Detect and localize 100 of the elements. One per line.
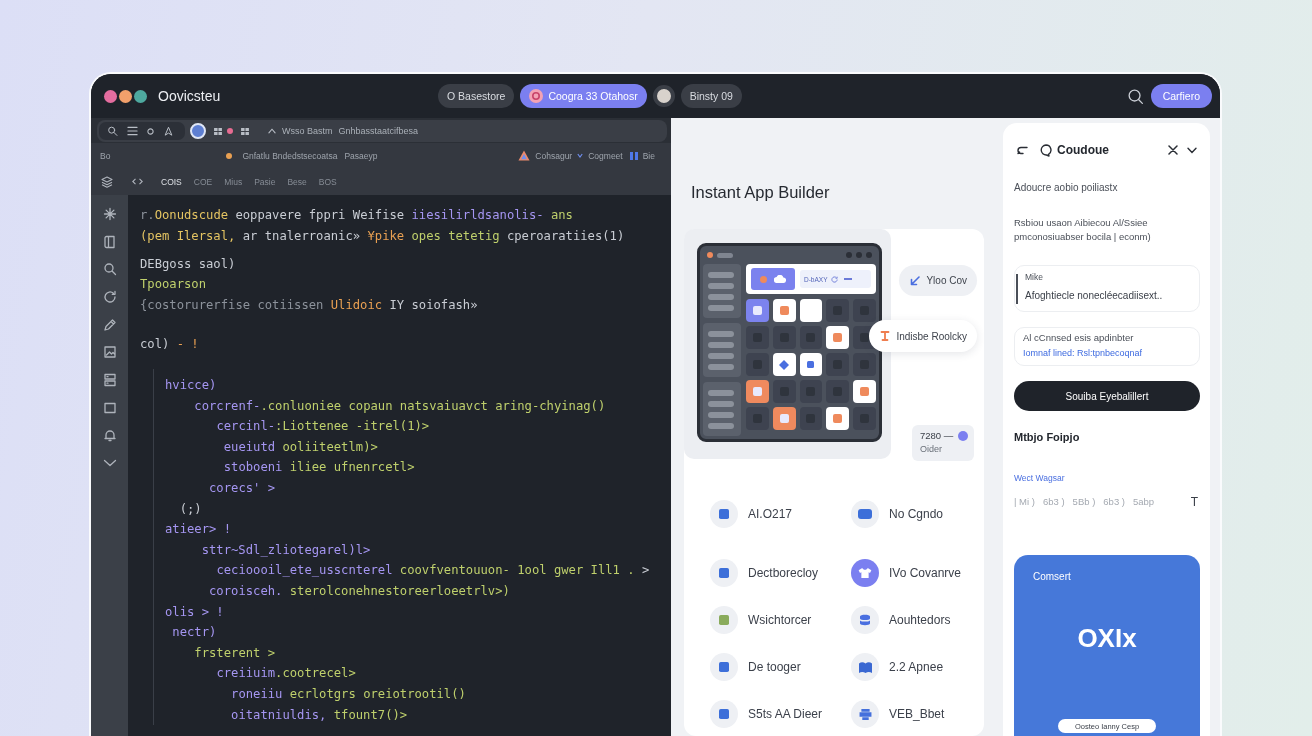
tab[interactable]: BOS bbox=[318, 176, 337, 187]
dot-icon bbox=[958, 430, 968, 441]
feature-item[interactable]: Dectborecloy bbox=[710, 559, 819, 587]
feature-item[interactable]: De tooger bbox=[710, 653, 801, 681]
image-icon[interactable] bbox=[102, 345, 117, 360]
search-icon[interactable] bbox=[107, 126, 118, 136]
feature-item[interactable]: 2.2 Apnee bbox=[851, 653, 944, 681]
tab[interactable]: Pasie bbox=[254, 176, 276, 187]
stat-label: Oider bbox=[920, 444, 942, 454]
toolbar-label: Wsso Bastm bbox=[282, 126, 333, 136]
avatar-icon[interactable] bbox=[652, 85, 675, 107]
placeholder-line bbox=[708, 341, 734, 348]
code-line: col) - ! bbox=[140, 337, 199, 352]
link[interactable]: Iomnaf lined: Rsl:tpnbecoqnaf bbox=[1023, 347, 1143, 359]
code-icon[interactable] bbox=[132, 178, 143, 185]
dot-icon[interactable] bbox=[134, 89, 147, 103]
placeholder-line bbox=[717, 252, 733, 258]
dot-icon[interactable] bbox=[119, 89, 132, 103]
status-label[interactable]: Cogmeet bbox=[588, 150, 623, 161]
pointer-icon[interactable] bbox=[163, 126, 174, 136]
info-text: Al cCnnsed esis apdinbter bbox=[1023, 332, 1134, 344]
layers-icon[interactable] bbox=[101, 175, 113, 188]
dot-icon bbox=[866, 252, 872, 258]
pen-icon[interactable] bbox=[102, 317, 117, 332]
search-icon[interactable] bbox=[1127, 88, 1143, 104]
close-icon[interactable] bbox=[1168, 145, 1178, 155]
code-line: Tpooarson bbox=[140, 277, 207, 292]
bell-icon[interactable] bbox=[102, 428, 117, 443]
code-line: nectr) bbox=[172, 625, 217, 640]
text-tool-button[interactable]: T bbox=[1188, 495, 1200, 509]
circle-icon[interactable] bbox=[147, 127, 154, 135]
feature-item[interactable]: Wsichtorcer bbox=[710, 606, 812, 634]
placeholder-line bbox=[708, 400, 734, 407]
feature-item[interactable]: S5ts AA Dieer bbox=[710, 700, 823, 728]
feature-item[interactable]: VEB_Bbet bbox=[851, 700, 945, 728]
code-line: {costorurerfise cotiissen Ulidoic IY soiofash» bbox=[140, 297, 478, 312]
code-line: roneiiu ecrlotgrs oreiotrootil() bbox=[231, 686, 466, 701]
refresh-icon[interactable] bbox=[102, 289, 117, 304]
file-path[interactable]: Gnfatlu Bndedstsecoatsa bbox=[242, 150, 338, 161]
primary-button[interactable]: Souiba Eyebalillert bbox=[1014, 381, 1200, 411]
tab[interactable]: COIS bbox=[161, 176, 182, 187]
field-value: Afoghtiecle nonecléecadiisext.. bbox=[1025, 289, 1163, 302]
input-field[interactable]: Mike Afoghtiecle nonecléecadiisext.. bbox=[1014, 265, 1200, 312]
server-icon[interactable] bbox=[102, 372, 117, 387]
section-link[interactable]: Wect Wagsar bbox=[1014, 472, 1065, 484]
feature-item[interactable]: IVo Covanrve bbox=[851, 559, 962, 587]
asterisk-icon[interactable] bbox=[102, 206, 117, 221]
placeholder-line bbox=[708, 330, 734, 337]
square-icon bbox=[779, 414, 789, 423]
minus-icon bbox=[844, 278, 853, 280]
panel-title: Coudoue bbox=[1057, 143, 1109, 157]
caret-up-icon[interactable] bbox=[268, 128, 276, 134]
grid-icon[interactable] bbox=[214, 127, 222, 135]
chevron-down-icon[interactable] bbox=[1187, 146, 1197, 154]
code-line: oitatniuldis, tfount7()> bbox=[231, 707, 408, 722]
menu-icon[interactable] bbox=[127, 126, 138, 136]
placeholder-line bbox=[708, 271, 734, 278]
panel-subtitle: Adoucre aobio poiliastx bbox=[1014, 181, 1118, 195]
dot-icon[interactable] bbox=[104, 89, 117, 103]
promo-caption: Comsert bbox=[1033, 571, 1071, 583]
code-line: DEBgoss saol) bbox=[140, 256, 236, 271]
status-label[interactable]: Bie bbox=[642, 150, 655, 161]
placeholder-line bbox=[708, 293, 734, 300]
tab[interactable]: Binsty 09 bbox=[680, 84, 742, 108]
code-line: corcrenf-.conluoniee copaun natsvaiuavct aring-chyinag() bbox=[194, 398, 606, 413]
field-label: Mike bbox=[1025, 272, 1043, 283]
tab[interactable]: O Basestore bbox=[438, 84, 515, 108]
code-line: eueiutd ooliiteetlm)> bbox=[223, 439, 378, 454]
bars-icon[interactable] bbox=[629, 151, 638, 160]
placeholder-line bbox=[708, 389, 734, 396]
tab[interactable]: Bese bbox=[287, 176, 307, 187]
code-line: cecioooil_ete_usscnterel coovfventouuon- 1ool gwer Ill1 . > bbox=[216, 563, 650, 578]
feature-item[interactable]: Aouhtedors bbox=[851, 606, 951, 634]
triangle-icon bbox=[518, 150, 531, 161]
cloud-icon bbox=[774, 275, 786, 283]
search-icon[interactable] bbox=[102, 262, 117, 277]
code-line: olis > ! bbox=[165, 604, 224, 619]
dot-icon bbox=[760, 275, 767, 283]
code-line: (pem Ilersal, ar tnalerroanic» ¥pike opes tetetig cperoaratiies(1) bbox=[140, 228, 625, 243]
square-icon[interactable] bbox=[102, 400, 117, 415]
dot-icon bbox=[707, 252, 713, 258]
refresh-icon bbox=[831, 275, 839, 283]
tab[interactable]: Mius bbox=[224, 176, 243, 187]
tag-label: 5abp bbox=[1132, 495, 1155, 509]
code-line: corecs' > bbox=[209, 481, 276, 496]
feature-item[interactable]: No Cgndo bbox=[851, 500, 944, 528]
status-label[interactable]: Cohsagur bbox=[535, 150, 573, 161]
description-text: Rsbiou usaon Aibiecou Al/Ssiee pmconosiuabser bocila | econm) bbox=[1014, 216, 1152, 244]
feature-item[interactable]: AI.O217 bbox=[710, 500, 793, 528]
square-icon bbox=[752, 306, 762, 315]
square-icon bbox=[752, 387, 762, 396]
tab[interactable]: COE bbox=[193, 176, 213, 187]
square-icon bbox=[860, 387, 870, 396]
grid-icon[interactable] bbox=[241, 127, 249, 135]
placeholder-line bbox=[708, 304, 734, 311]
placeholder-line bbox=[708, 352, 734, 359]
back-icon[interactable] bbox=[1017, 145, 1028, 155]
code-line: atieer> ! bbox=[165, 522, 232, 537]
book-icon[interactable] bbox=[102, 234, 117, 249]
square-icon bbox=[860, 333, 870, 342]
